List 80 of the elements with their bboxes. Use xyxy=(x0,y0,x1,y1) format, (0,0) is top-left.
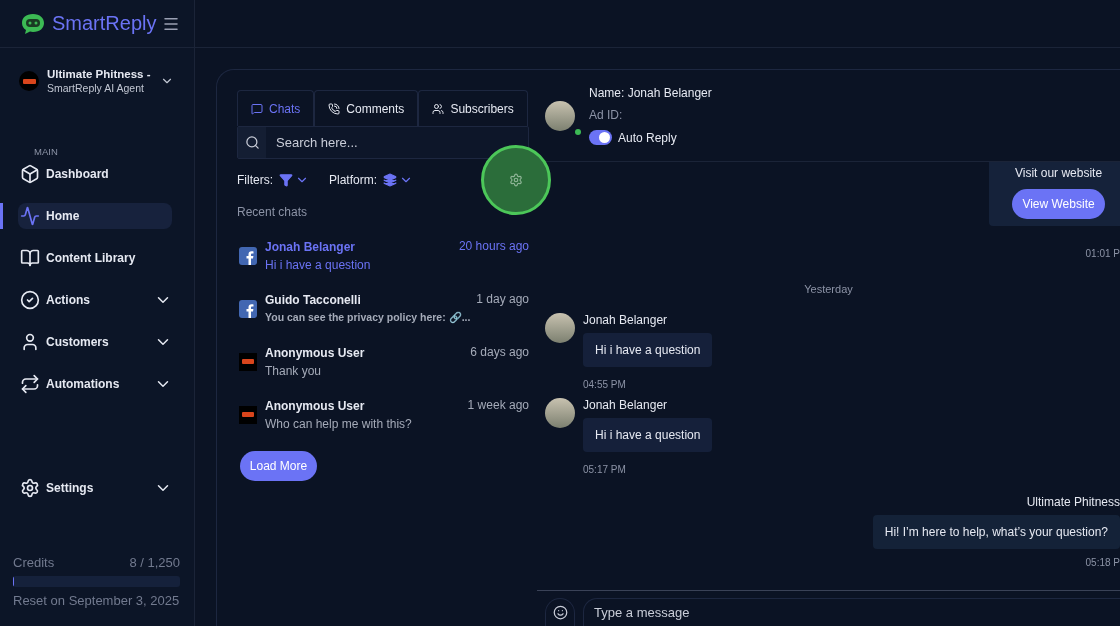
account-name: Ultimate Phitness - xyxy=(47,68,152,80)
book-icon xyxy=(20,248,40,268)
chat-time: 1 day ago xyxy=(476,292,529,306)
layers-icon xyxy=(383,173,397,187)
platform-label: Platform: xyxy=(329,173,377,187)
chat-name: Jonah Belanger xyxy=(265,239,357,254)
search-field[interactable]: Search here... xyxy=(237,126,529,159)
check-circle-icon xyxy=(20,290,40,310)
view-website-button[interactable]: View Website xyxy=(1012,189,1105,219)
message-time: 04:55 PM xyxy=(583,379,626,390)
settings-icon[interactable] xyxy=(509,173,523,187)
filters-label: Filters: xyxy=(237,173,273,187)
search-input[interactable]: Search here... xyxy=(266,127,528,158)
chat-bot-logo-icon xyxy=(20,12,46,35)
chat-time: 20 hours ago xyxy=(458,239,529,253)
repeat-icon xyxy=(20,374,40,394)
reset-date: Reset on September 3, 2025 xyxy=(13,593,180,608)
ad-id-label: Ad ID: xyxy=(589,108,624,122)
phone-icon xyxy=(328,102,341,115)
account-logo xyxy=(19,71,39,91)
sender-name: Jonah Belanger xyxy=(583,313,668,327)
nav-item[interactable]: Content Library xyxy=(18,245,172,271)
message-bubble: Hi! I’m here to help, what’s your question? xyxy=(872,515,1120,549)
auto-reply-toggle[interactable] xyxy=(589,130,612,145)
chat-name: Anonymous User xyxy=(265,345,366,360)
message-time: 05:18 P xyxy=(1085,557,1120,568)
user-icon xyxy=(20,332,40,352)
funnel-icon xyxy=(279,173,293,187)
message-bubble: Hi i have a question xyxy=(583,333,713,367)
brand-logo-icon xyxy=(239,405,257,424)
cube-icon xyxy=(20,164,40,184)
avatar xyxy=(545,313,575,343)
message-time: 01:01 P xyxy=(1085,248,1120,259)
message-time: 05:17 PM xyxy=(583,464,626,475)
message-bubble: Hi i have a question xyxy=(583,418,713,452)
brand-name: SmartReply xyxy=(52,12,157,35)
sender-name: Jonah Belanger xyxy=(583,398,668,412)
date-divider: Yesterday xyxy=(804,283,853,295)
settings-icon xyxy=(20,478,40,498)
message-input[interactable]: Type a message xyxy=(583,598,1120,626)
chat-item[interactable]: Anonymous User Who can help me with this? 1 week ago xyxy=(237,388,529,441)
nav-item[interactable]: Automations xyxy=(18,371,172,397)
selection-indicator xyxy=(0,203,3,229)
chat-item[interactable]: Anonymous User Thank you 6 days ago xyxy=(237,335,529,388)
chat-bubble-icon xyxy=(251,102,263,115)
avatar xyxy=(545,100,575,131)
users-icon xyxy=(432,102,445,115)
chat-preview: You can see the privacy policy here: 🔗... xyxy=(265,311,469,324)
chat-time: 1 week ago xyxy=(467,398,529,412)
card-text: Visit our website xyxy=(1014,166,1103,180)
load-more-button[interactable]: Load More xyxy=(240,451,317,481)
section-label: MAIN xyxy=(34,146,58,157)
nav-item[interactable]: Actions xyxy=(18,287,172,313)
contact-name: Name: Jonah Belanger xyxy=(589,86,712,100)
chat-preview: Hi i have a question xyxy=(265,257,372,272)
avatar xyxy=(545,398,575,428)
platform-dropdown[interactable] xyxy=(383,173,413,187)
pulse-icon xyxy=(20,206,40,226)
chat-name: Anonymous User xyxy=(265,398,366,413)
chat-item[interactable]: Guido Tacconelli You can see the privacy policy here: 🔗... 1 day ago xyxy=(237,282,529,335)
nav-item[interactable]: Dashboard xyxy=(18,161,172,187)
credits-label: Credits xyxy=(13,555,55,570)
chat-item[interactable]: Jonah Belanger Hi i have a question 20 hours ago xyxy=(237,229,529,282)
chat-name: Guido Tacconelli xyxy=(265,293,362,307)
chat-preview: Thank you xyxy=(265,363,323,378)
chat-time: 6 days ago xyxy=(470,345,529,359)
account-subtitle: SmartReply AI Agent xyxy=(47,82,145,94)
nav-item[interactable]: Settings xyxy=(18,475,172,501)
brand-logo-icon xyxy=(239,352,257,371)
filter-dropdown[interactable] xyxy=(279,173,309,187)
facebook-icon xyxy=(239,299,257,318)
smiley-icon xyxy=(552,605,568,620)
recent-chats-label: Recent chats xyxy=(237,205,309,219)
facebook-icon xyxy=(239,246,257,265)
search-icon xyxy=(244,135,260,150)
chat-preview: Who can help me with this? xyxy=(265,416,413,431)
nav-item[interactable]: Customers xyxy=(18,329,172,355)
auto-reply-label: Auto Reply xyxy=(618,130,677,145)
credits-value: 8 / 1,250 xyxy=(129,555,180,570)
sender-name: Ultimate Phitness xyxy=(1026,495,1120,509)
